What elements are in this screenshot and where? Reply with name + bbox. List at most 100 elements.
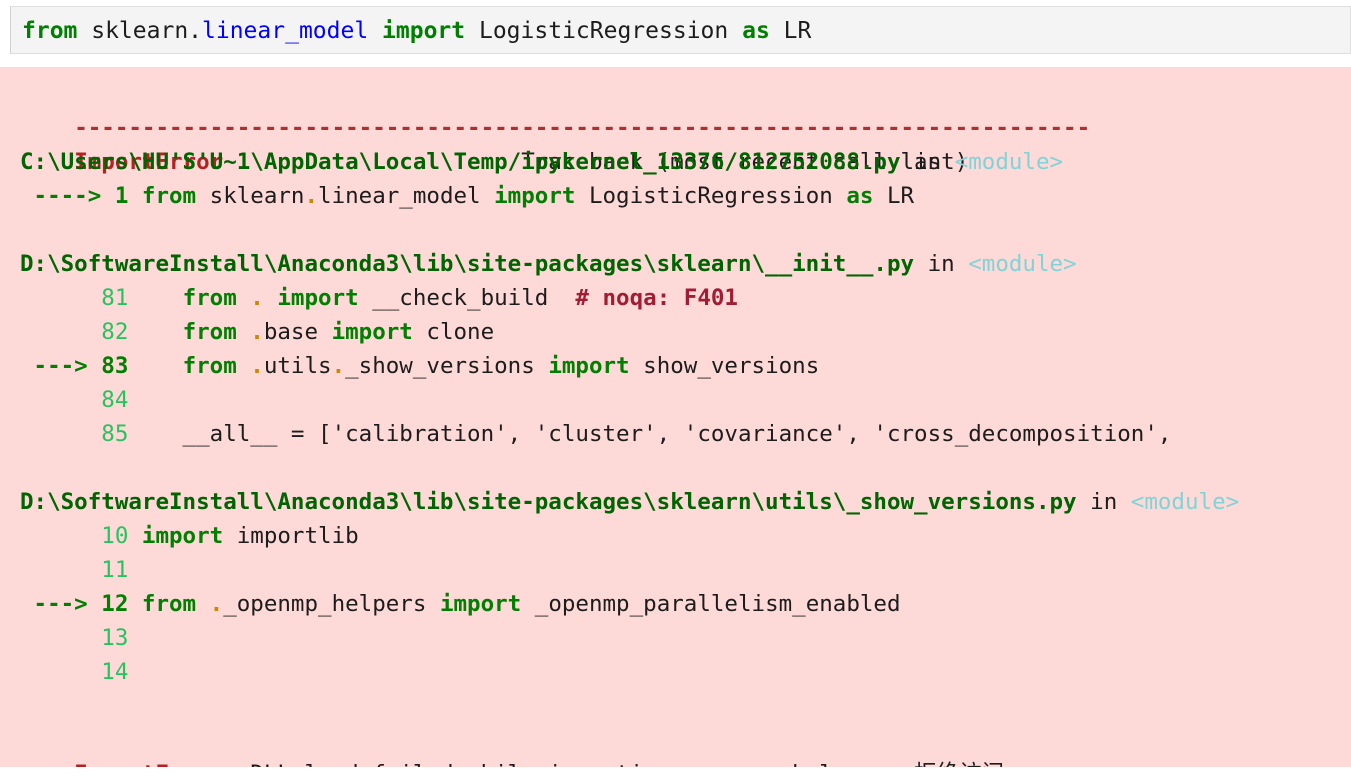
source-token: sklearn [196, 183, 305, 209]
source-token: . [250, 285, 264, 311]
final-error-cjk: 拒绝访问。 [914, 761, 1027, 767]
source-line-number: 10 [101, 523, 129, 549]
separator-dashes: ----------------------------------------… [74, 115, 1091, 141]
current-line-arrow: ---> [33, 353, 102, 379]
frame-file-path: C:\Users\HU'S'U~1\AppData\Local\Temp/ipy… [20, 149, 901, 175]
code-token: LR [769, 18, 812, 44]
traceback-code-line: ---> 12 from ._openmp_helpers import _op… [0, 587, 1351, 621]
final-error-type: ImportError [74, 761, 223, 767]
source-token: base [263, 319, 332, 345]
frame-scope-name: <module> [1130, 489, 1240, 515]
code-input-line[interactable]: from sklearn.linear_model import Logisti… [11, 15, 1350, 47]
source-line-number: 81 [101, 285, 129, 311]
source-token: __all__ = ['calibration', 'cluster', 'co… [141, 421, 1172, 447]
gutter-pad [20, 591, 34, 617]
gutter-pad [20, 557, 101, 583]
source-token: . [209, 591, 224, 617]
traceback-code-line: 14 [0, 655, 1351, 689]
frame-scope-name: <module> [968, 251, 1077, 277]
traceback-frame-path-line: D:\SoftwareInstall\Anaconda3\lib\site-pa… [0, 247, 1351, 281]
code-input-cell[interactable]: from sklearn.linear_model import Logisti… [10, 6, 1351, 54]
final-spacer [0, 689, 1351, 723]
source-line-number: 11 [101, 557, 129, 583]
frame-scope-name: <module> [954, 149, 1064, 175]
source-token: clone [412, 319, 495, 345]
frame-file-path: D:\SoftwareInstall\Anaconda3\lib\site-pa… [20, 489, 1077, 515]
source-token: . [304, 183, 319, 209]
source-token: _openmp_helpers [223, 591, 440, 617]
source-token [142, 319, 183, 345]
source-token: . [250, 319, 264, 345]
gutter-pad [20, 523, 101, 549]
traceback-code-line: ----> 1 from sklearn.linear_model import… [0, 179, 1351, 213]
source-line-number: 85 [101, 421, 129, 447]
traceback-frame-path-line: D:\SoftwareInstall\Anaconda3\lib\site-pa… [0, 485, 1351, 519]
source-token: show_versions [629, 353, 820, 379]
source-line-number: 84 [101, 387, 129, 413]
gutter-gap [128, 183, 142, 209]
gutter-gap [128, 557, 142, 583]
gutter-pad [20, 353, 34, 379]
final-error-line: ImportError: DLL load failed while impor… [0, 723, 1351, 767]
gutter-gap [128, 421, 142, 447]
source-token: _openmp_parallelism_enabled [521, 591, 901, 617]
error-output-area: ----------------------------------------… [0, 67, 1351, 767]
source-token: import [141, 523, 224, 549]
gutter-gap [128, 523, 142, 549]
traceback-code-line: 84 [0, 383, 1351, 417]
gutter-gap [128, 387, 142, 413]
traceback-code-line: 82 from .base import clone [0, 315, 1351, 349]
source-token: __check_build [358, 285, 576, 311]
traceback-code-line: 81 from . import __check_build # noqa: F… [0, 281, 1351, 315]
source-token: from [141, 591, 197, 617]
source-token: from [182, 319, 237, 345]
traceback-frame-path-line: C:\Users\HU'S'U~1\AppData\Local\Temp/ipy… [0, 145, 1351, 179]
code-token: as [742, 18, 770, 44]
source-token: LogisticRegression [575, 183, 847, 209]
traceback-frames: C:\Users\HU'S'U~1\AppData\Local\Temp/ipy… [0, 145, 1351, 689]
gutter-pad [20, 183, 34, 209]
source-token: # noqa: F401 [575, 285, 738, 311]
gutter-pad [20, 285, 101, 311]
source-token [237, 353, 251, 379]
source-token: . [250, 353, 264, 379]
gutter-gap [128, 625, 142, 651]
gutter-pad [20, 319, 101, 345]
source-token: from [182, 285, 237, 311]
current-line-arrow: ----> [33, 183, 115, 209]
code-token: LogisticRegression [465, 18, 743, 44]
source-token: utils [263, 353, 332, 379]
source-token [142, 353, 183, 379]
source-token: import [331, 319, 413, 345]
gutter-pad [20, 387, 101, 413]
source-token [142, 285, 183, 311]
source-token: import [494, 183, 576, 209]
code-token: linear_model [202, 18, 369, 44]
gutter-pad [20, 625, 101, 651]
source-line-number: 12 [101, 591, 129, 617]
source-token: import [548, 353, 630, 379]
source-token: from [182, 353, 237, 379]
source-token: LR [873, 183, 915, 209]
frame-in-word: in [900, 149, 955, 175]
gutter-gap [128, 285, 142, 311]
source-token: import [277, 285, 359, 311]
frame-spacer [0, 451, 1351, 485]
gutter-gap [128, 591, 142, 617]
frame-in-word: in [1076, 489, 1131, 515]
frame-spacer [0, 213, 1351, 247]
source-token [196, 591, 210, 617]
traceback-separator: ----------------------------------------… [0, 77, 1351, 141]
source-token [264, 285, 278, 311]
source-line-number: 13 [101, 625, 129, 651]
traceback-code-line: 11 [0, 553, 1351, 587]
source-line-number: 83 [101, 353, 129, 379]
source-token: importlib [223, 523, 359, 549]
traceback-code-line: 85 __all__ = ['calibration', 'cluster', … [0, 417, 1351, 451]
frame-file-path: D:\SoftwareInstall\Anaconda3\lib\site-pa… [20, 251, 915, 277]
source-token: import [439, 591, 522, 617]
gutter-gap [128, 353, 142, 379]
gutter-gap [128, 319, 142, 345]
source-token: from [141, 183, 197, 209]
